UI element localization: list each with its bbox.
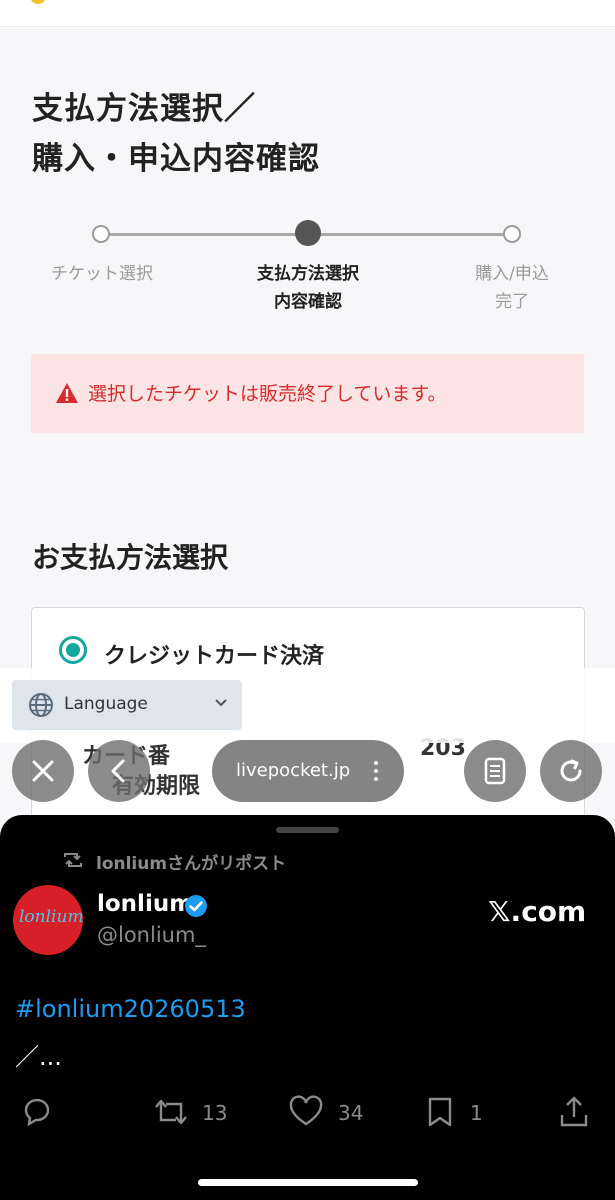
like-count: 34 — [338, 1101, 364, 1125]
reader-button[interactable] — [464, 740, 526, 802]
repost-label: lonliumさんがリポスト — [96, 854, 287, 874]
globe-icon — [29, 693, 53, 717]
back-button[interactable] — [88, 740, 150, 802]
verified-badge-icon — [185, 895, 207, 917]
credit-card-radio[interactable] — [59, 636, 87, 664]
avatar-logo: lonlium — [19, 907, 83, 927]
step-dot-1 — [92, 225, 110, 243]
step-label-1: チケット選択 — [32, 260, 172, 288]
page-title-line2: 購入・申込内容確認 — [32, 141, 320, 177]
step-connector — [308, 233, 512, 236]
more-icon[interactable] — [374, 760, 378, 782]
reply-icon — [24, 1098, 50, 1127]
display-name[interactable]: lonlium — [97, 891, 193, 917]
page-title-line1: 支払方法選択／ — [32, 91, 256, 127]
step-dot-2-active — [295, 220, 321, 246]
close-icon — [32, 760, 54, 782]
step-label-text: 完了 — [495, 292, 529, 312]
retweet-button[interactable]: 13 — [152, 1095, 242, 1131]
x-com-logo[interactable]: 𝕏.com — [488, 895, 586, 928]
reader-icon — [484, 757, 506, 785]
step-dot-3 — [503, 225, 521, 243]
payment-option-label: クレジットカード決済 — [104, 644, 325, 669]
home-indicator[interactable] — [198, 1179, 418, 1186]
alert-message: 選択したチケットは販売終了しています。 — [88, 383, 447, 405]
tweet-actions: 13 34 1 — [0, 1095, 615, 1135]
avatar[interactable]: lonlium — [13, 885, 83, 955]
bookmark-count: 1 — [470, 1101, 483, 1125]
progress-stepper: チケット選択 支払方法選択 内容確認 購入/申込 完了 — [0, 215, 615, 325]
step-label-2: 支払方法選択 内容確認 — [228, 260, 388, 316]
step-label-text: 購入/申込 — [475, 264, 549, 284]
sheet-grabber[interactable] — [276, 827, 339, 833]
page-title: 支払方法選択／ 購入・申込内容確認 — [32, 84, 320, 184]
language-selector[interactable]: Language — [12, 680, 242, 730]
step-label-3: 購入/申込 完了 — [452, 260, 572, 316]
hashtag-link[interactable]: #lonlium20260513 — [15, 995, 246, 1023]
close-button[interactable] — [12, 740, 74, 802]
step-label-text: チケット選択 — [51, 264, 153, 284]
repost-icon — [64, 853, 82, 867]
retweet-icon — [155, 1099, 187, 1125]
bookmark-icon — [428, 1097, 452, 1127]
reload-icon — [560, 759, 582, 782]
share-icon — [560, 1096, 588, 1127]
tweet-body: ／... — [15, 1043, 62, 1071]
like-button[interactable]: 34 — [288, 1095, 378, 1131]
site-header — [0, 0, 615, 27]
share-button[interactable] — [558, 1095, 592, 1131]
site-logo-fragment — [30, 0, 46, 4]
chevron-down-icon — [215, 699, 227, 707]
user-handle[interactable]: @lonlium_ — [97, 923, 206, 947]
chevron-left-icon — [111, 759, 125, 783]
warning-icon — [56, 383, 78, 403]
retweet-count: 13 — [202, 1101, 228, 1125]
tweet-share-sheet: lonliumさんがリポスト lonlium lonlium @lonlium_… — [0, 815, 615, 1200]
language-label: Language — [64, 694, 148, 714]
url-bar[interactable]: livepocket.jp — [212, 740, 404, 802]
step-label-text: 支払方法選択 — [257, 264, 359, 284]
step-label-text: 内容確認 — [274, 292, 342, 312]
heart-icon — [289, 1095, 323, 1126]
url-text: livepocket.jp — [236, 760, 351, 781]
reply-button[interactable] — [20, 1095, 60, 1131]
step-connector — [102, 233, 308, 236]
reload-button[interactable] — [540, 740, 602, 802]
payment-section-title: お支払方法選択 — [32, 541, 229, 574]
sold-out-alert: 選択したチケットは販売終了しています。 — [31, 354, 584, 433]
bookmark-button[interactable]: 1 — [424, 1095, 494, 1131]
